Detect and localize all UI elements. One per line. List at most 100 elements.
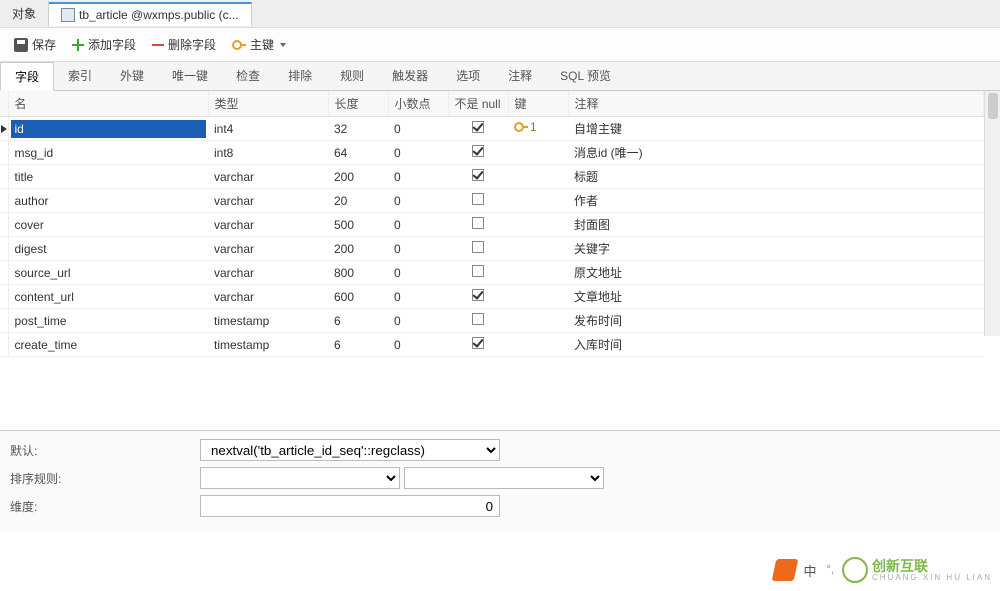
cell-comment[interactable]: 入库时间 (568, 333, 984, 357)
sub-tab-8[interactable]: 选项 (442, 62, 494, 90)
cell-notnull[interactable] (448, 285, 508, 309)
table-row[interactable]: post_timetimestamp60发布时间 (0, 309, 984, 333)
cell-length[interactable]: 32 (328, 117, 388, 141)
cell-decimal[interactable]: 0 (388, 213, 448, 237)
cell-comment[interactable]: 关键字 (568, 237, 984, 261)
checkbox-icon[interactable] (472, 241, 484, 253)
col-header-type[interactable]: 类型 (208, 91, 328, 117)
sub-tab-1[interactable]: 索引 (54, 62, 106, 90)
default-select[interactable]: nextval('tb_article_id_seq'::regclass) (200, 439, 500, 461)
cell-type[interactable]: varchar (208, 165, 328, 189)
cell-notnull[interactable] (448, 117, 508, 141)
cell-key[interactable] (508, 165, 568, 189)
col-header-name[interactable]: 名 (8, 91, 208, 117)
table-row[interactable]: idint43201自增主键 (0, 117, 984, 141)
cell-key[interactable] (508, 309, 568, 333)
cell-name[interactable]: create_time (8, 333, 208, 357)
col-header-notnull[interactable]: 不是 null (448, 91, 508, 117)
cell-notnull[interactable] (448, 333, 508, 357)
save-button[interactable]: 保存 (8, 34, 62, 55)
cell-length[interactable]: 200 (328, 165, 388, 189)
sub-tab-0[interactable]: 字段 (0, 62, 54, 91)
checkbox-icon[interactable] (472, 193, 484, 205)
cell-name[interactable]: post_time (8, 309, 208, 333)
cell-notnull[interactable] (448, 213, 508, 237)
cell-type[interactable]: varchar (208, 189, 328, 213)
cell-comment[interactable]: 文章地址 (568, 285, 984, 309)
cell-name[interactable]: cover (8, 213, 208, 237)
cell-notnull[interactable] (448, 261, 508, 285)
cell-key[interactable] (508, 189, 568, 213)
cell-type[interactable]: timestamp (208, 309, 328, 333)
table-row[interactable]: covervarchar5000封面图 (0, 213, 984, 237)
cell-name[interactable]: title (8, 165, 208, 189)
cell-name[interactable]: content_url (8, 285, 208, 309)
sub-tab-9[interactable]: 注释 (494, 62, 546, 90)
sub-tab-10[interactable]: SQL 预览 (546, 62, 625, 90)
checkbox-icon[interactable] (472, 313, 484, 325)
cell-decimal[interactable]: 0 (388, 285, 448, 309)
cell-comment[interactable]: 自增主键 (568, 117, 984, 141)
scrollbar-thumb[interactable] (988, 93, 998, 119)
cell-name[interactable]: digest (8, 237, 208, 261)
table-row[interactable]: create_timetimestamp60 入库时间 (0, 333, 984, 357)
cell-comment[interactable]: 原文地址 (568, 261, 984, 285)
table-row[interactable]: authorvarchar200作者 (0, 189, 984, 213)
collation-select-2[interactable] (404, 467, 604, 489)
checkbox-icon[interactable] (472, 265, 484, 277)
sub-tab-4[interactable]: 检查 (222, 62, 274, 90)
checkbox-icon[interactable] (472, 337, 484, 349)
cell-key[interactable] (508, 261, 568, 285)
cell-key[interactable]: 1 (508, 117, 568, 141)
cell-length[interactable]: 200 (328, 237, 388, 261)
table-row[interactable]: digestvarchar2000 关键字 (0, 237, 984, 261)
checkbox-icon[interactable] (472, 217, 484, 229)
sub-tab-7[interactable]: 触发器 (378, 62, 442, 90)
cell-notnull[interactable] (448, 237, 508, 261)
dimension-input[interactable] (200, 495, 500, 517)
tab-objects[interactable]: 对象 (0, 1, 49, 26)
cell-decimal[interactable]: 0 (388, 333, 448, 357)
cell-length[interactable]: 800 (328, 261, 388, 285)
cell-length[interactable]: 600 (328, 285, 388, 309)
checkbox-icon[interactable] (472, 169, 484, 181)
cell-comment[interactable]: 封面图 (568, 213, 984, 237)
cell-type[interactable]: varchar (208, 237, 328, 261)
col-header-comment[interactable]: 注释 (568, 91, 984, 117)
cell-length[interactable]: 500 (328, 213, 388, 237)
cell-name[interactable]: msg_id (8, 141, 208, 165)
vertical-scrollbar[interactable] (984, 91, 1000, 336)
cell-length[interactable]: 20 (328, 189, 388, 213)
cell-name[interactable]: id (8, 117, 208, 141)
cell-notnull[interactable] (448, 189, 508, 213)
cell-key[interactable] (508, 237, 568, 261)
table-row[interactable]: titlevarchar2000标题 (0, 165, 984, 189)
cell-comment[interactable]: 作者 (568, 189, 984, 213)
cell-type[interactable]: timestamp (208, 333, 328, 357)
cell-decimal[interactable]: 0 (388, 309, 448, 333)
cell-type[interactable]: int4 (208, 117, 328, 141)
cell-key[interactable] (508, 333, 568, 357)
cell-type[interactable]: varchar (208, 261, 328, 285)
cell-comment[interactable]: 消息id (唯一) (568, 141, 984, 165)
checkbox-icon[interactable] (472, 289, 484, 301)
cell-key[interactable] (508, 141, 568, 165)
cell-notnull[interactable] (448, 141, 508, 165)
cell-length[interactable]: 6 (328, 333, 388, 357)
col-header-decimal[interactable]: 小数点 (388, 91, 448, 117)
cell-type[interactable]: int8 (208, 141, 328, 165)
checkbox-icon[interactable] (472, 145, 484, 157)
cell-name[interactable]: author (8, 189, 208, 213)
cell-key[interactable] (508, 285, 568, 309)
cell-length[interactable]: 64 (328, 141, 388, 165)
cell-decimal[interactable]: 0 (388, 261, 448, 285)
cell-key[interactable] (508, 213, 568, 237)
cell-type[interactable]: varchar (208, 285, 328, 309)
sub-tab-6[interactable]: 规则 (326, 62, 378, 90)
cell-comment[interactable]: 发布时间 (568, 309, 984, 333)
primary-key-button[interactable]: 主键 (226, 34, 292, 55)
cell-notnull[interactable] (448, 165, 508, 189)
sub-tab-3[interactable]: 唯一键 (158, 62, 222, 90)
cell-decimal[interactable]: 0 (388, 237, 448, 261)
checkbox-icon[interactable] (472, 121, 484, 133)
